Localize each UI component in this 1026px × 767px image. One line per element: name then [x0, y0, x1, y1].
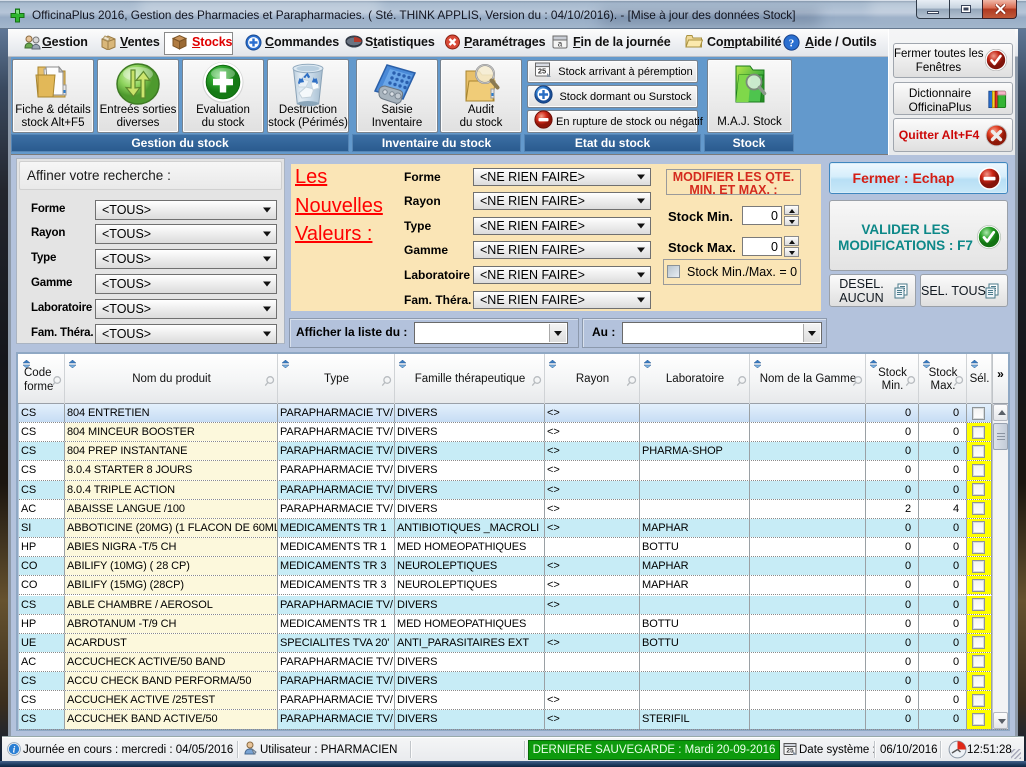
svg-text:?: ?	[789, 38, 795, 50]
svg-text:25: 25	[538, 66, 546, 75]
svg-text:25: 25	[786, 748, 794, 755]
svg-text:a: a	[558, 40, 563, 49]
